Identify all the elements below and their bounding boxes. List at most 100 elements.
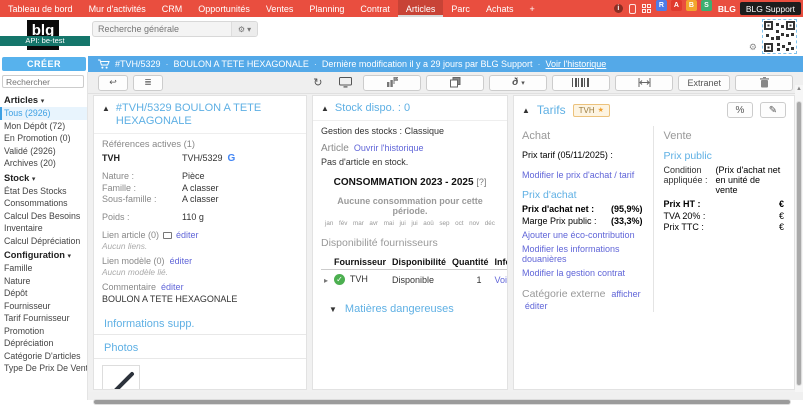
prix-ht-label: Prix HT : <box>664 199 701 209</box>
supplier-tag-badge[interactable]: TVH★ <box>573 104 610 117</box>
sidebar-item-type-prix-vente[interactable]: Type De Prix De Vente <box>0 362 87 375</box>
edit-prices-button[interactable]: ✎ <box>760 102 786 118</box>
sidebar-item-fournisseur[interactable]: Fournisseur <box>0 300 87 313</box>
sidebar-item-calcul-depreciation[interactable]: Calcul Dépréciation <box>0 235 87 248</box>
duplicate-button[interactable] <box>426 75 484 91</box>
modify-purchase-price-link[interactable]: Modifier le prix d'achat / tarif <box>522 170 634 180</box>
help-icon[interactable]: [?] <box>476 177 486 187</box>
resize-columns-button[interactable] <box>615 75 673 91</box>
stats-flag-button[interactable] <box>363 75 421 91</box>
breadcrumb-separator: · <box>166 59 169 69</box>
percent-margins-button[interactable]: % <box>727 102 753 118</box>
sidebar-item-inventaire[interactable]: Inventaire <box>0 222 87 235</box>
lien-article-edit-link[interactable]: éditer <box>176 230 199 240</box>
sidebar-item-promotion[interactable]: Promotion <box>0 325 87 338</box>
nav-tableau-de-bord[interactable]: Tableau de bord <box>0 0 81 17</box>
user-badge-r[interactable]: R <box>656 0 667 11</box>
collapse-icon[interactable]: ▲ <box>321 104 329 113</box>
nav-crm[interactable]: CRM <box>154 0 191 17</box>
sidebar-search-input[interactable] <box>2 75 84 88</box>
mobile-device-icon[interactable] <box>629 0 636 17</box>
expand-row-icon[interactable]: ▸ <box>324 276 328 285</box>
monitor-icon[interactable] <box>339 77 352 88</box>
nav-articles[interactable]: Articles <box>398 0 444 17</box>
add-eco-contribution-link[interactable]: Ajouter une éco-contribution <box>522 230 635 240</box>
user-badge-b[interactable]: B <box>686 0 697 11</box>
nav-achats[interactable]: Achats <box>478 0 522 17</box>
user-badge-a[interactable]: A <box>671 0 682 11</box>
apps-grid-icon[interactable] <box>642 0 651 17</box>
commentaire-label: Commentaire <box>102 282 156 292</box>
delete-button[interactable] <box>735 75 793 91</box>
nav-mur-activites[interactable]: Mur d'activités <box>81 0 154 17</box>
google-icon[interactable]: G <box>228 153 236 164</box>
open-history-link[interactable]: Ouvrir l'historique <box>354 143 424 153</box>
famille-label: Famille : <box>102 183 182 193</box>
sidebar-section-configuration[interactable]: Configuration ▾ <box>0 247 87 262</box>
list-view-button[interactable]: ≣ <box>133 75 163 91</box>
clone-dropdown-button[interactable]: ð ▾ <box>489 75 547 91</box>
categorie-afficher-link[interactable]: afficher <box>611 289 640 299</box>
create-button[interactable]: CRÉER <box>2 57 86 71</box>
modify-customs-link[interactable]: Modifier les informations douanières <box>522 244 620 264</box>
nav-opportunites[interactable]: Opportunités <box>190 0 258 17</box>
prix-ht-value: € <box>779 199 784 209</box>
cart-icon[interactable] <box>98 59 110 69</box>
sidebar-section-stock[interactable]: Stock ▾ <box>0 170 87 185</box>
chevron-down-icon: ▾ <box>247 25 251 34</box>
user-badge-s[interactable]: S <box>701 0 712 11</box>
sidebar-item-tous[interactable]: Tous (2926) <box>0 107 87 120</box>
sidebar-item-archives[interactable]: Archives (20) <box>0 157 87 170</box>
search-options-dropdown[interactable]: ⚙▾ <box>231 22 257 36</box>
nav-contrat[interactable]: Contrat <box>352 0 398 17</box>
sidebar-section-articles[interactable]: Articles ▾ <box>0 92 87 107</box>
sidebar-item-nature[interactable]: Nature <box>0 275 87 288</box>
sidebar-item-calcul-des-besoins[interactable]: Calcul Des Besoins <box>0 210 87 223</box>
collapse-icon[interactable]: ▲ <box>522 106 530 115</box>
info-icon[interactable]: i <box>614 0 623 17</box>
prix-achat-net-value: (95,9%) <box>611 204 643 214</box>
vertical-scroll-thumb[interactable] <box>796 101 802 386</box>
clone-d-icon: ð <box>512 77 518 88</box>
sidebar-item-consommations[interactable]: Consommations <box>0 197 87 210</box>
section-photos[interactable]: Photos <box>94 335 306 359</box>
back-button[interactable]: ↩ <box>98 75 128 91</box>
sidebar-item-famille[interactable]: Famille <box>0 262 87 275</box>
sidebar-item-mon-depot[interactable]: Mon Dépôt (72) <box>0 120 87 133</box>
sidebar-item-depot[interactable]: Dépôt <box>0 287 87 300</box>
nav-ventes[interactable]: Ventes <box>258 0 302 17</box>
barcode-button[interactable] <box>552 75 610 91</box>
vente-title: Vente <box>664 130 785 142</box>
supplier-voir-link[interactable]: Voir <box>495 275 508 285</box>
tarifs-panel: ▲ Tarifs TVH★ % ✎ Achat Prix tarif (05/1… <box>513 95 795 390</box>
achat-title: Achat <box>522 130 643 142</box>
categorie-editer-link[interactable]: éditer <box>525 301 548 311</box>
settings-gear-icon[interactable]: ⚙ <box>749 42 757 53</box>
sidebar-item-en-promotion[interactable]: En Promotion (0) <box>0 132 87 145</box>
sidebar-item-categorie-articles[interactable]: Catégorie D'articles <box>0 350 87 363</box>
support-account-badge[interactable]: BLG Support <box>740 2 801 15</box>
article-photo-thumbnail[interactable] <box>102 365 140 390</box>
global-search-input[interactable] <box>93 22 231 36</box>
nav-add-module[interactable]: + <box>521 0 542 17</box>
flag-chart-icon <box>386 77 398 88</box>
sidebar-item-valide[interactable]: Validé (2926) <box>0 145 87 158</box>
vertical-scrollbar[interactable]: ▲ <box>795 85 803 392</box>
nav-parc[interactable]: Parc <box>443 0 478 17</box>
scroll-up-icon[interactable]: ▲ <box>795 85 803 93</box>
sidebar-item-depreciation[interactable]: Dépréciation <box>0 337 87 350</box>
view-history-link[interactable]: Voir l'historique <box>546 59 607 69</box>
nav-planning[interactable]: Planning <box>301 0 352 17</box>
gestion-stocks-text: Gestion des stocks : Classique <box>321 126 499 136</box>
collapse-icon[interactable]: ▲ <box>102 104 110 113</box>
refresh-icon[interactable]: ↻ <box>313 76 322 89</box>
extranet-button[interactable]: Extranet <box>678 75 730 91</box>
sidebar-item-etat-des-stocks[interactable]: État Des Stocks <box>0 185 87 198</box>
sidebar-item-tarif-fournisseur[interactable]: Tarif Fournisseur <box>0 312 87 325</box>
commentaire-edit-link[interactable]: éditer <box>161 282 184 292</box>
horizontal-scrollbar[interactable] <box>88 392 803 400</box>
lien-modele-edit-link[interactable]: éditer <box>170 256 193 266</box>
section-informations-supp[interactable]: Informations supp. <box>94 311 306 335</box>
modify-contract-link[interactable]: Modifier la gestion contrat <box>522 268 625 278</box>
matieres-dangereuses-section[interactable]: ▼ Matières dangereuses <box>329 303 499 315</box>
